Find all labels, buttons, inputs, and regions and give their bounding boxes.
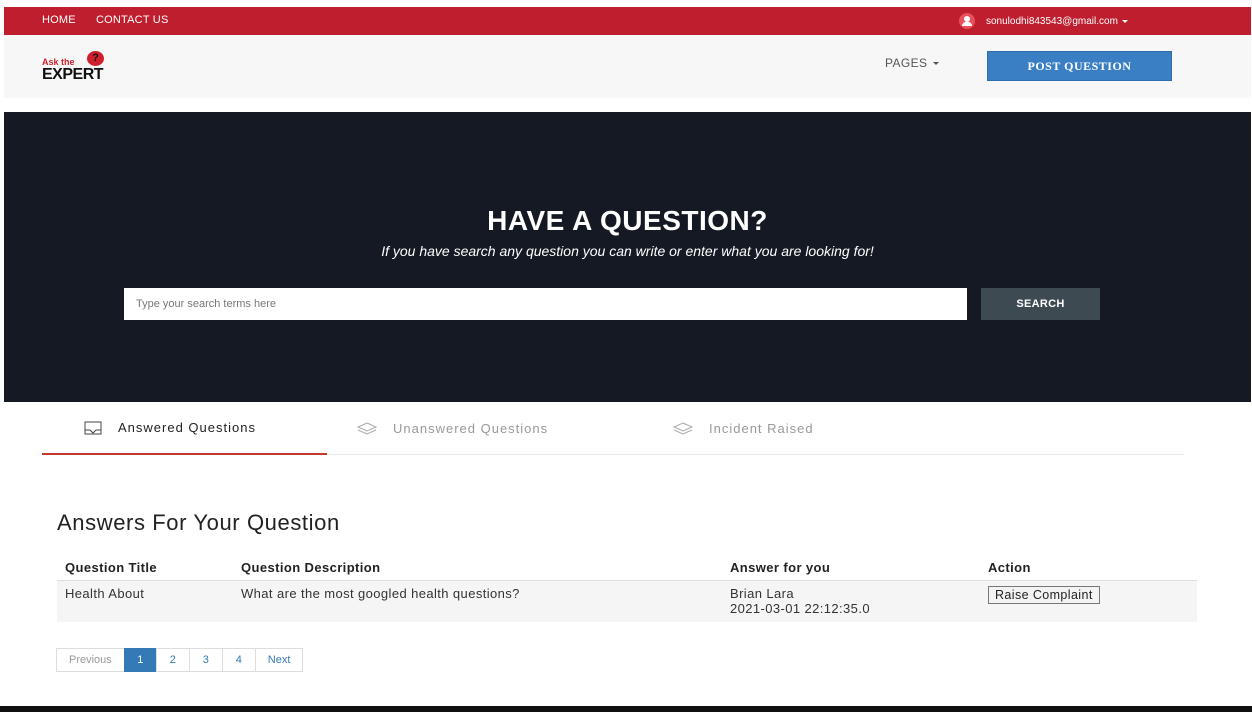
pagination-next[interactable]: Next: [254, 648, 304, 672]
pages-dropdown[interactable]: PAGES: [885, 56, 940, 70]
hero-subtitle: If you have search any question you can …: [381, 243, 874, 259]
post-question-button[interactable]: POST QUESTION: [987, 51, 1172, 81]
search-button[interactable]: SEARCH: [981, 288, 1100, 320]
answer-cell: Brian Lara 2021-03-01 22:12:35.0: [722, 580, 980, 622]
hero-title: HAVE A QUESTION?: [487, 205, 768, 236]
tab-incident-raised[interactable]: Incident Raised: [673, 402, 814, 455]
tab-answered-questions[interactable]: Answered Questions: [42, 402, 327, 455]
search-input[interactable]: [124, 288, 967, 320]
question-tabs: Answered Questions Unanswered Questions …: [42, 402, 1184, 455]
answer-author: Brian Lara: [730, 585, 794, 601]
pagination: Previous 1 2 3 4 Next: [56, 648, 304, 672]
column-header: Question Title: [57, 555, 233, 581]
nav-home-link[interactable]: HOME: [42, 14, 76, 26]
action-cell: Raise Complaint: [980, 580, 1197, 622]
section-title: Answers For Your Question: [57, 510, 340, 535]
tab-unanswered-questions[interactable]: Unanswered Questions: [357, 402, 548, 455]
pagination-page-2[interactable]: 2: [155, 648, 190, 672]
question-description-cell: What are the most googled health questio…: [233, 580, 722, 622]
user-menu[interactable]: sonulodhi843543@gmail.com: [959, 13, 1128, 29]
pagination-page-4[interactable]: 4: [221, 648, 256, 672]
table-header-row: Question Title Question Description Answ…: [57, 555, 1197, 581]
chevron-down-icon: [933, 61, 940, 65]
answers-table: Question Title Question Description Answ…: [57, 555, 1197, 622]
site-header: Ask the ? EXPERT PAGES POST QUESTION: [4, 35, 1251, 98]
layers-icon: [673, 421, 693, 435]
user-email: sonulodhi843543@gmail.com: [986, 15, 1118, 27]
raise-complaint-button[interactable]: Raise Complaint: [988, 585, 1100, 604]
site-logo[interactable]: Ask the ? EXPERT: [42, 51, 118, 85]
top-bar: HOME CONTACT US sonulodhi843543@gmail.co…: [4, 7, 1251, 35]
layers-icon: [357, 421, 377, 435]
pages-label: PAGES: [885, 56, 928, 70]
pagination-previous[interactable]: Previous: [56, 648, 125, 672]
column-header: Answer for you: [722, 555, 980, 581]
bottom-divider: [0, 706, 1252, 712]
logo-text-main: EXPERT: [42, 66, 104, 83]
inbox-icon: [84, 421, 102, 434]
table-row: Health About What are the most googled h…: [57, 580, 1197, 622]
tab-label: Answered Questions: [118, 420, 256, 435]
question-bubble-icon: ?: [87, 51, 104, 66]
pagination-page-3[interactable]: 3: [188, 648, 223, 672]
column-header: Action: [980, 555, 1197, 581]
answer-date: 2021-03-01 22:12:35.0: [730, 600, 870, 616]
user-icon: [959, 13, 975, 29]
column-header: Question Description: [233, 555, 722, 581]
tab-label: Incident Raised: [709, 421, 814, 436]
nav-contact-link[interactable]: CONTACT US: [96, 14, 169, 26]
chevron-down-icon: [1121, 19, 1128, 23]
hero-banner: HAVE A QUESTION? If you have search any …: [4, 112, 1251, 402]
pagination-page-1[interactable]: 1: [123, 648, 157, 672]
page: HOME CONTACT US sonulodhi843543@gmail.co…: [0, 0, 1252, 712]
question-title-cell: Health About: [57, 580, 233, 622]
tab-label: Unanswered Questions: [393, 421, 549, 436]
